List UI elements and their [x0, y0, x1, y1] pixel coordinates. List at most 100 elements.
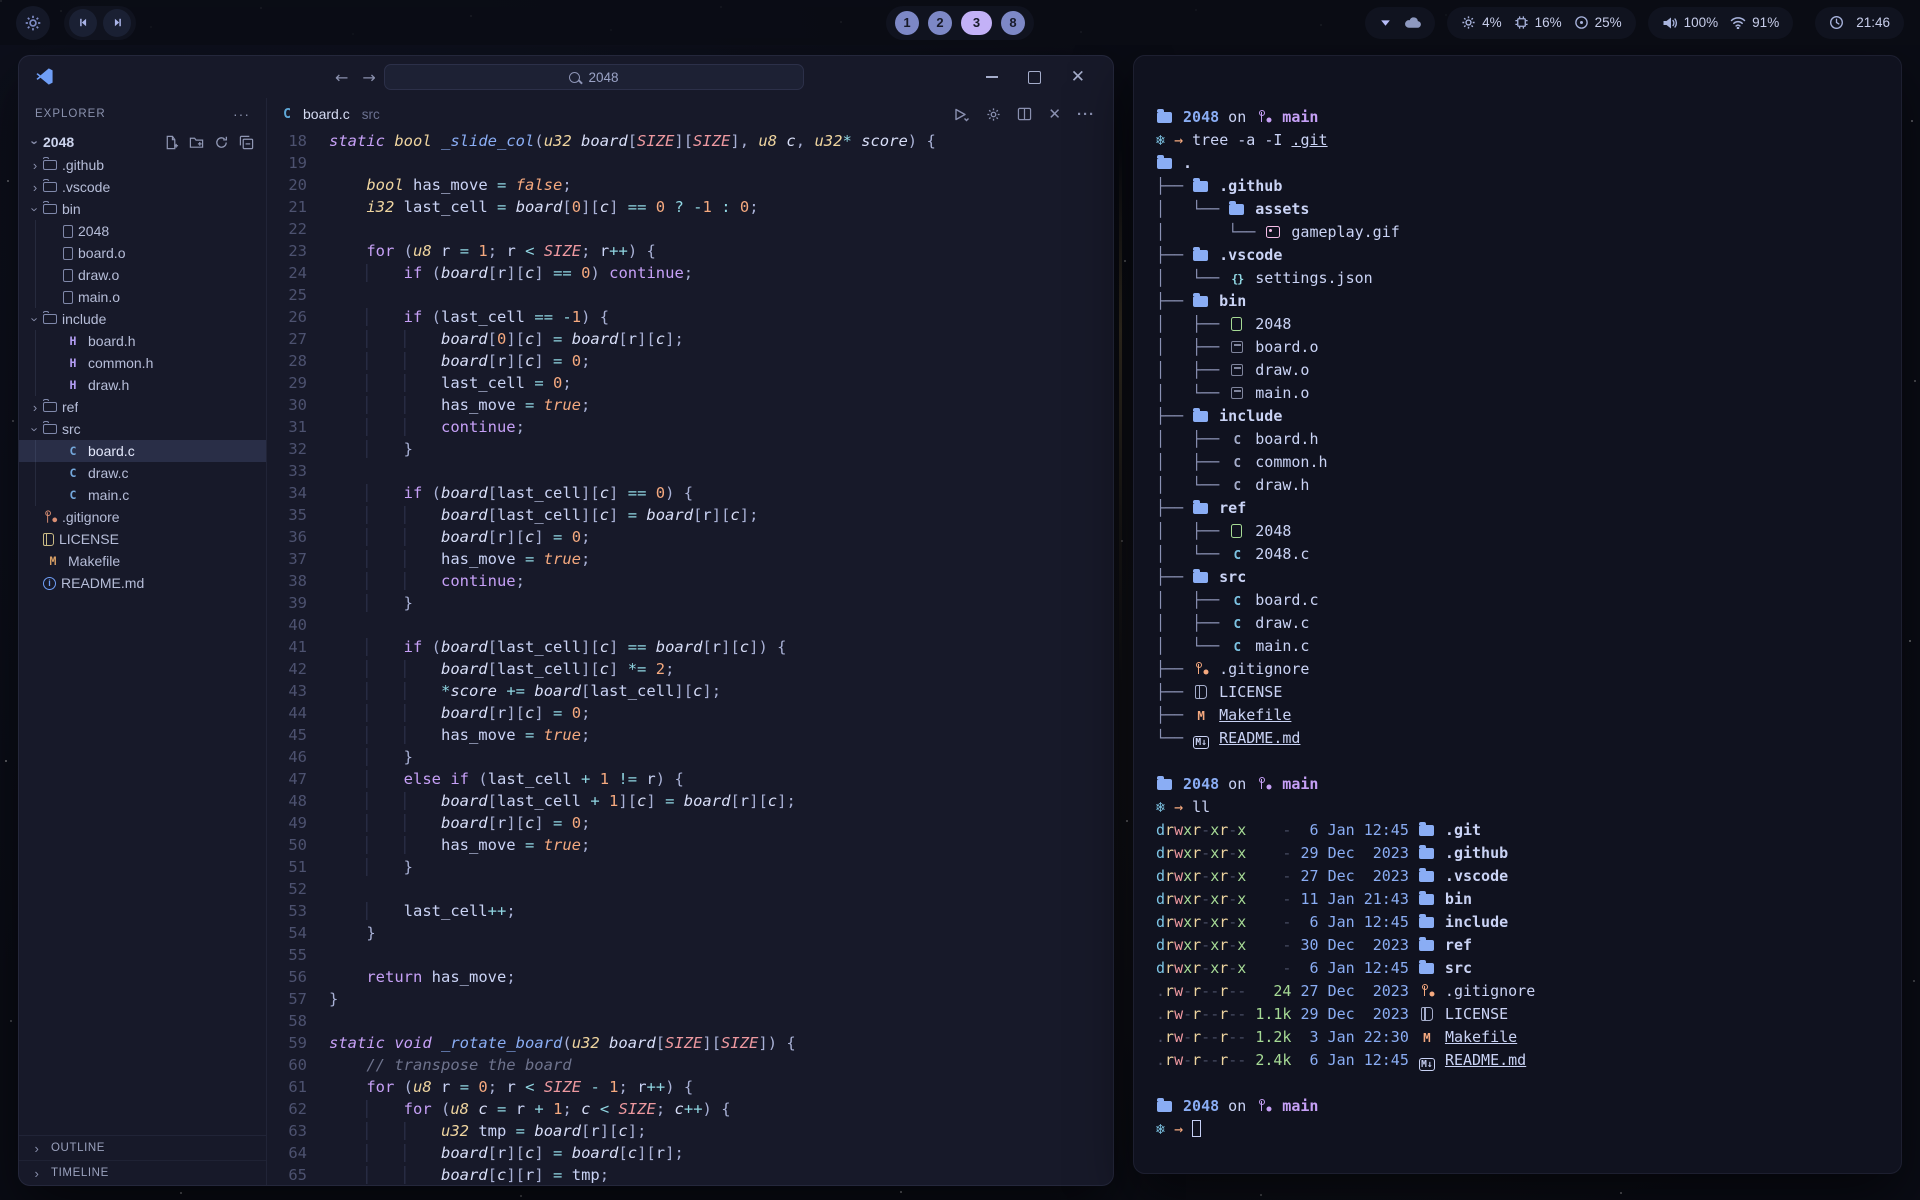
explorer-item-.github[interactable]: ›.github — [19, 154, 266, 176]
code-line[interactable]: 56 return has_move; — [267, 966, 1113, 988]
code-line[interactable]: 21 i32 last_cell = board[0][c] == 0 ? -1… — [267, 196, 1113, 218]
code-line[interactable]: 36 board[r][c] = 0; — [267, 526, 1113, 548]
clock-widget[interactable]: 21:46 — [1815, 7, 1904, 39]
explorer-item-board.o[interactable]: ›board.o — [19, 242, 266, 264]
code-line[interactable]: 55 — [267, 944, 1113, 966]
code-line[interactable]: 27 board[0][c] = board[r][c]; — [267, 328, 1113, 350]
command-center-search[interactable]: 2048 — [384, 64, 804, 90]
new-file-button[interactable] — [164, 135, 179, 150]
explorer-item-LICENSE[interactable]: ›LICENSE — [19, 528, 266, 550]
code-line[interactable]: 28 board[r][c] = 0; — [267, 350, 1113, 372]
timeline-panel-header[interactable]: › TIMELINE — [19, 1160, 266, 1185]
explorer-item-ref[interactable]: ›ref — [19, 396, 266, 418]
code-line[interactable]: 64 board[r][c] = board[c][r]; — [267, 1142, 1113, 1164]
code-line[interactable]: 30 has_move = true; — [267, 394, 1113, 416]
explorer-item-include[interactable]: ›include — [19, 308, 266, 330]
code-line[interactable]: 39 } — [267, 592, 1113, 614]
explorer-item-main.o[interactable]: ›main.o — [19, 286, 266, 308]
explorer-item-common.h[interactable]: ›Hcommon.h — [19, 352, 266, 374]
audio-network-widget[interactable]: 100% 91% — [1648, 7, 1794, 39]
code-line[interactable]: 38 continue; — [267, 570, 1113, 592]
nav-forward-button[interactable]: → — [362, 68, 375, 87]
code-line[interactable]: 33 — [267, 460, 1113, 482]
code-area[interactable]: 18static bool _slide_col(u32 board[SIZE]… — [267, 130, 1113, 1185]
explorer-item-draw.h[interactable]: ›Hdraw.h — [19, 374, 266, 396]
code-line[interactable]: 53 last_cell++; — [267, 900, 1113, 922]
code-line[interactable]: 49 board[r][c] = 0; — [267, 812, 1113, 834]
code-line[interactable]: 51 } — [267, 856, 1113, 878]
code-line[interactable]: 52 — [267, 878, 1113, 900]
code-line[interactable]: 18static bool _slide_col(u32 board[SIZE]… — [267, 130, 1113, 152]
explorer-item-main.c[interactable]: ›Cmain.c — [19, 484, 266, 506]
code-line[interactable]: 37 has_move = true; — [267, 548, 1113, 570]
explorer-item-.gitignore[interactable]: ›.gitignore — [19, 506, 266, 528]
code-line[interactable]: 22 — [267, 218, 1113, 240]
code-line[interactable]: 43 *score += board[last_cell][c]; — [267, 680, 1113, 702]
explorer-item-Makefile[interactable]: ›MMakefile — [19, 550, 266, 572]
close-button[interactable]: ✕ — [1071, 67, 1085, 87]
explorer-item-board.c[interactable]: ›Cboard.c — [19, 440, 266, 462]
code-line[interactable]: 62 for (u8 c = r + 1; c < SIZE; c++) { — [267, 1098, 1113, 1120]
media-prev-button[interactable] — [69, 9, 97, 37]
more-actions-button[interactable]: ··· — [1077, 106, 1095, 123]
explorer-item-2048[interactable]: ›2048 — [19, 220, 266, 242]
editor-titlebar[interactable]: ← → 2048 ✕ — [19, 56, 1113, 98]
workspace-button-3[interactable]: 3 — [961, 11, 992, 35]
tab-board-c[interactable]: board.c — [303, 106, 350, 122]
code-line[interactable]: 42 board[last_cell][c] *= 2; — [267, 658, 1113, 680]
code-line[interactable]: 47 else if (last_cell + 1 != r) { — [267, 768, 1113, 790]
code-line[interactable]: 23 for (u8 r = 1; r < SIZE; r++) { — [267, 240, 1113, 262]
code-line[interactable]: 34 if (board[last_cell][c] == 0) { — [267, 482, 1113, 504]
code-line[interactable]: 65 board[c][r] = tmp; — [267, 1164, 1113, 1185]
new-folder-button[interactable] — [189, 135, 204, 150]
settings-gear-button[interactable] — [986, 107, 1001, 122]
explorer-item-src[interactable]: ›src — [19, 418, 266, 440]
code-line[interactable]: 20 bool has_move = false; — [267, 174, 1113, 196]
launcher-button[interactable] — [16, 6, 50, 40]
code-line[interactable]: 46 } — [267, 746, 1113, 768]
code-line[interactable]: 35 board[last_cell][c] = board[r][c]; — [267, 504, 1113, 526]
workspace-button-8[interactable]: 8 — [1001, 11, 1025, 35]
explorer-item-draw.c[interactable]: ›Cdraw.c — [19, 462, 266, 484]
code-line[interactable]: 25 — [267, 284, 1113, 306]
code-line[interactable]: 29 last_cell = 0; — [267, 372, 1113, 394]
collapse-all-button[interactable] — [239, 135, 254, 150]
code-line[interactable]: 32 } — [267, 438, 1113, 460]
explorer-item-.vscode[interactable]: ›.vscode — [19, 176, 266, 198]
code-line[interactable]: 40 — [267, 614, 1113, 636]
split-editor-button[interactable] — [1017, 107, 1032, 121]
refresh-button[interactable] — [214, 135, 229, 150]
maximize-button[interactable] — [1028, 71, 1041, 84]
explorer-item-draw.o[interactable]: ›draw.o — [19, 264, 266, 286]
media-next-button[interactable] — [103, 9, 131, 37]
system-stats-widget[interactable]: 4% 16% 25% — [1447, 7, 1636, 39]
code-line[interactable]: 24 if (board[r][c] == 0) continue; — [267, 262, 1113, 284]
weather-widget[interactable] — [1365, 7, 1435, 39]
code-line[interactable]: 45 has_move = true; — [267, 724, 1113, 746]
code-line[interactable]: 58 — [267, 1010, 1113, 1032]
code-line[interactable]: 44 board[r][c] = 0; — [267, 702, 1113, 724]
workspace-button-2[interactable]: 2 — [928, 11, 952, 35]
code-line[interactable]: 60 // transpose the board — [267, 1054, 1113, 1076]
code-line[interactable]: 57} — [267, 988, 1113, 1010]
code-line[interactable]: 31 continue; — [267, 416, 1113, 438]
explorer-item-bin[interactable]: ›bin — [19, 198, 266, 220]
run-button[interactable] — [953, 107, 970, 122]
code-line[interactable]: 54 } — [267, 922, 1113, 944]
code-line[interactable]: 50 has_move = true; — [267, 834, 1113, 856]
workspace-button-1[interactable]: 1 — [895, 11, 919, 35]
outline-panel-header[interactable]: › OUTLINE — [19, 1136, 266, 1160]
code-line[interactable]: 26 if (last_cell == -1) { — [267, 306, 1113, 328]
code-line[interactable]: 63 u32 tmp = board[r][c]; — [267, 1120, 1113, 1142]
code-line[interactable]: 59static void _rotate_board(u32 board[SI… — [267, 1032, 1113, 1054]
explorer-item-board.h[interactable]: ›Hboard.h — [19, 330, 266, 352]
code-line[interactable]: 61 for (u8 r = 0; r < SIZE - 1; r++) { — [267, 1076, 1113, 1098]
code-line[interactable]: 41 if (board[last_cell][c] == board[r][c… — [267, 636, 1113, 658]
project-root-row[interactable]: › 2048 — [19, 130, 266, 154]
nav-back-button[interactable]: ← — [335, 68, 348, 87]
explorer-more-icon[interactable]: ··· — [233, 106, 250, 122]
code-line[interactable]: 48 board[last_cell + 1][c] = board[r][c]… — [267, 790, 1113, 812]
close-editor-button[interactable]: ✕ — [1048, 105, 1061, 123]
code-line[interactable]: 19 — [267, 152, 1113, 174]
explorer-item-README.md[interactable]: ›iREADME.md — [19, 572, 266, 594]
